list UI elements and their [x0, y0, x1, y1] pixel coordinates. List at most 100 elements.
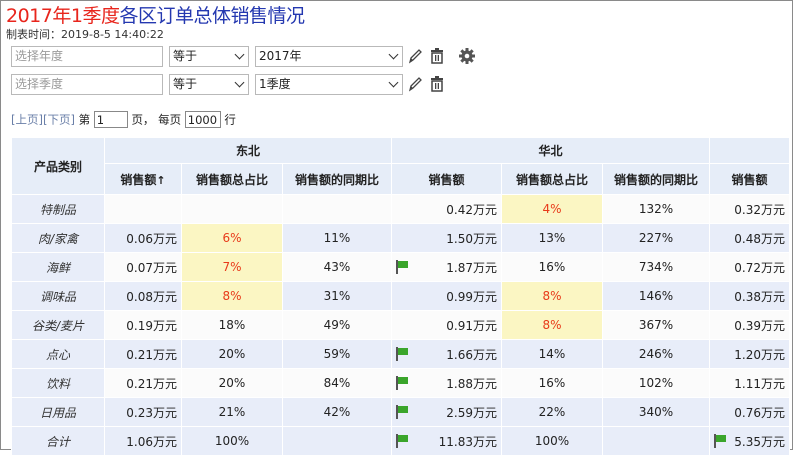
sales-cell-value: 0.21万元 — [126, 347, 177, 362]
rows-per-page-input[interactable]: 1000 — [184, 111, 221, 128]
column-header-sales[interactable]: 销售额 — [391, 163, 502, 195]
sales-cell-value: 0.21万元 — [126, 376, 177, 391]
column-header-sales-label: 销售额 — [120, 172, 157, 187]
report-title-text: 各区订单总体销售情况 — [119, 5, 305, 27]
sales-cell-value: 0.08万元 — [126, 289, 177, 304]
share-cell: 22% — [501, 397, 603, 427]
share-cell: 8% — [181, 281, 283, 311]
sales-cell-value: 0.72万元 — [734, 260, 785, 275]
trash-icon[interactable] — [429, 47, 445, 65]
category-cell-value: 日用品 — [39, 405, 76, 420]
sales-cell-value: 0.42万元 — [446, 202, 497, 217]
sales-cell-value: 1.87万元 — [446, 260, 497, 275]
trash-icon[interactable] — [429, 75, 445, 93]
yoy-cell: 146% — [602, 281, 710, 311]
sales-cell-value: 1.06万元 — [126, 434, 177, 449]
gear-icon[interactable] — [458, 47, 475, 65]
green-flag-icon — [396, 404, 408, 419]
yoy-cell: 11% — [282, 223, 392, 253]
filter-value-text: 2017年 — [259, 49, 302, 63]
sales-cell-value: 2.59万元 — [446, 405, 497, 420]
sales-cell: 1.11万元 — [709, 368, 790, 398]
yoy-cell: 42% — [282, 397, 392, 427]
column-header-sales[interactable]: 销售额 — [709, 163, 790, 195]
yoy-cell-value: 246% — [638, 347, 674, 361]
sales-cell: 0.76万元 — [709, 397, 790, 427]
category-cell: 谷类/麦片 — [11, 310, 105, 340]
yoy-cell: 227% — [602, 223, 710, 253]
share-cell — [181, 194, 283, 224]
per-page-prefix-label: 每页 — [158, 112, 182, 127]
yoy-cell-value: 132% — [638, 202, 674, 216]
yoy-cell-value: 84% — [323, 376, 351, 390]
filter-field-select[interactable]: 选择季度 — [11, 74, 163, 95]
region-header-northeast: 东北 — [104, 137, 392, 164]
share-cell: 21% — [181, 397, 283, 427]
sales-cell-value: 0.91万元 — [446, 318, 497, 333]
page-number-input[interactable]: 1 — [93, 111, 128, 128]
share-cell: 20% — [181, 339, 283, 369]
yoy-cell: 59% — [282, 339, 392, 369]
sales-cell-value: 11.83万元 — [438, 434, 497, 449]
category-cell-value: 肉/家禽 — [37, 231, 79, 246]
sales-cell-value: 1.88万元 — [446, 376, 497, 391]
chevron-down-icon — [234, 77, 245, 88]
category-cell-value: 合计 — [45, 434, 70, 449]
yoy-cell: 84% — [282, 368, 392, 398]
sales-cell: 0.08万元 — [104, 281, 182, 311]
share-cell: 100% — [181, 426, 283, 456]
yoy-cell — [282, 426, 392, 456]
green-flag-icon — [396, 259, 408, 274]
pagination-bar: [上页][下页] 第 1 页， 每页 1000 行 — [11, 111, 236, 131]
share-cell: 7% — [181, 252, 283, 282]
table-body: 特制品 0.42万元 4% 132% 0.32万元 肉/家禽 0.06万元 6% 11% 1.50… — [11, 194, 790, 456]
yoy-cell-value: 227% — [638, 231, 674, 245]
sales-cell-value: 1.11万元 — [734, 376, 785, 391]
category-cell: 合计 — [11, 426, 105, 456]
page-suffix-label: 页， — [131, 112, 155, 127]
share-cell-value: 8% — [542, 289, 562, 303]
column-header-share[interactable]: 销售额总占比 — [501, 163, 603, 195]
yoy-cell-value: 49% — [323, 318, 351, 332]
sales-cell: 0.91万元 — [391, 310, 502, 340]
column-header-sales[interactable]: 销售额↑ — [104, 163, 182, 195]
chevron-down-icon — [388, 49, 399, 60]
filter-field-select[interactable]: 选择年度 — [11, 46, 163, 67]
share-cell: 4% — [501, 194, 603, 224]
column-header-yoy[interactable]: 销售额的同期比 — [602, 163, 710, 195]
sales-cell: 0.48万元 — [709, 223, 790, 253]
filter-operator-select[interactable]: 等于 — [169, 46, 249, 67]
share-cell-value: 20% — [218, 376, 246, 390]
share-cell-value: 21% — [218, 405, 246, 419]
share-cell-value: 14% — [538, 347, 566, 361]
sales-cell-value: 0.48万元 — [734, 231, 785, 246]
category-cell: 日用品 — [11, 397, 105, 427]
sales-cell-value: 1.20万元 — [734, 347, 785, 362]
pencil-icon[interactable] — [407, 75, 423, 93]
yoy-cell: 43% — [282, 252, 392, 282]
sales-cell: 1.06万元 — [104, 426, 182, 456]
share-cell: 14% — [501, 339, 603, 369]
filter-operator-select[interactable]: 等于 — [169, 74, 249, 95]
sales-cell-value: 0.38万元 — [734, 289, 785, 304]
table-row: 肉/家禽 0.06万元 6% 11% 1.50万元 13% 227% 0.48万元 — [11, 223, 790, 253]
yoy-cell-value: 146% — [638, 289, 674, 303]
sales-cell: 1.88万元 — [391, 368, 502, 398]
next-page-link[interactable]: [下页] — [43, 113, 75, 127]
per-page-suffix-label: 行 — [224, 112, 236, 127]
filter-value-select[interactable]: 2017年 — [255, 46, 403, 67]
column-header-yoy[interactable]: 销售额的同期比 — [282, 163, 392, 195]
chevron-down-icon — [234, 49, 245, 60]
table-row: 点心 0.21万元 20% 59% 1.66万元 14% 246% 1.20万元 — [11, 339, 790, 369]
pencil-icon[interactable] — [407, 47, 423, 65]
prev-page-link[interactable]: [上页] — [11, 113, 43, 127]
share-cell: 8% — [501, 281, 603, 311]
sales-cell: 0.06万元 — [104, 223, 182, 253]
yoy-cell: 102% — [602, 368, 710, 398]
share-cell-value: 8% — [542, 318, 562, 332]
share-cell: 100% — [501, 426, 603, 456]
column-header-share[interactable]: 销售额总占比 — [181, 163, 283, 195]
share-cell-value: 18% — [218, 318, 246, 332]
filter-value-select[interactable]: 1季度 — [255, 74, 403, 95]
yoy-cell — [602, 426, 710, 456]
